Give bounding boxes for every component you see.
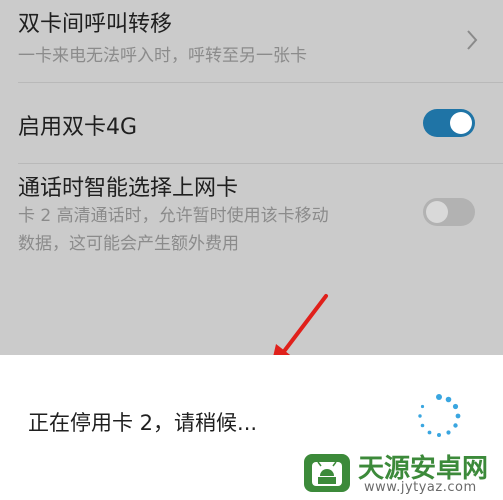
smart-data-toggle[interactable] (423, 198, 475, 226)
toggle-knob (426, 201, 448, 223)
dialog-message: 正在停用卡 2，请稍候... (28, 411, 258, 435)
loading-dialog: 正在停用卡 2，请稍候... 天源安卓网 www.jytyaz.com (0, 355, 503, 500)
dual-4g-toggle[interactable] (423, 109, 475, 137)
call-forwarding-row[interactable]: 双卡间呼叫转移 一卡来电无法呼入时，呼转至另一张卡 (0, 0, 503, 80)
chevron-right-icon (467, 30, 478, 50)
dual-4g-row[interactable]: 启用双卡4G (0, 83, 503, 163)
smart-data-title: 通话时智能选择上网卡 (18, 176, 239, 201)
smart-data-row[interactable]: 通话时智能选择上网卡 卡 2 高清通话时，允许暂时使用该卡移动 数据，这可能会产… (0, 164, 503, 274)
settings-screen: 双卡间呼叫转移 一卡来电无法呼入时，呼转至另一张卡 启用双卡4G 通话时智能选择… (0, 0, 503, 500)
toggle-knob (450, 112, 472, 134)
smart-data-subtitle-line2: 数据，这可能会产生额外费用 (18, 234, 239, 254)
call-forwarding-title: 双卡间呼叫转移 (18, 12, 173, 37)
smart-data-subtitle-line1: 卡 2 高清通话时，允许暂时使用该卡移动 (18, 206, 329, 226)
loading-spinner-icon (418, 394, 461, 437)
android-logo-icon (304, 454, 350, 492)
call-forwarding-subtitle: 一卡来电无法呼入时，呼转至另一张卡 (18, 46, 307, 66)
dual-4g-title: 启用双卡4G (18, 115, 138, 140)
watermark-logo: 天源安卓网 www.jytyaz.com (300, 446, 500, 500)
watermark-url: www.jytyaz.com (364, 480, 477, 495)
